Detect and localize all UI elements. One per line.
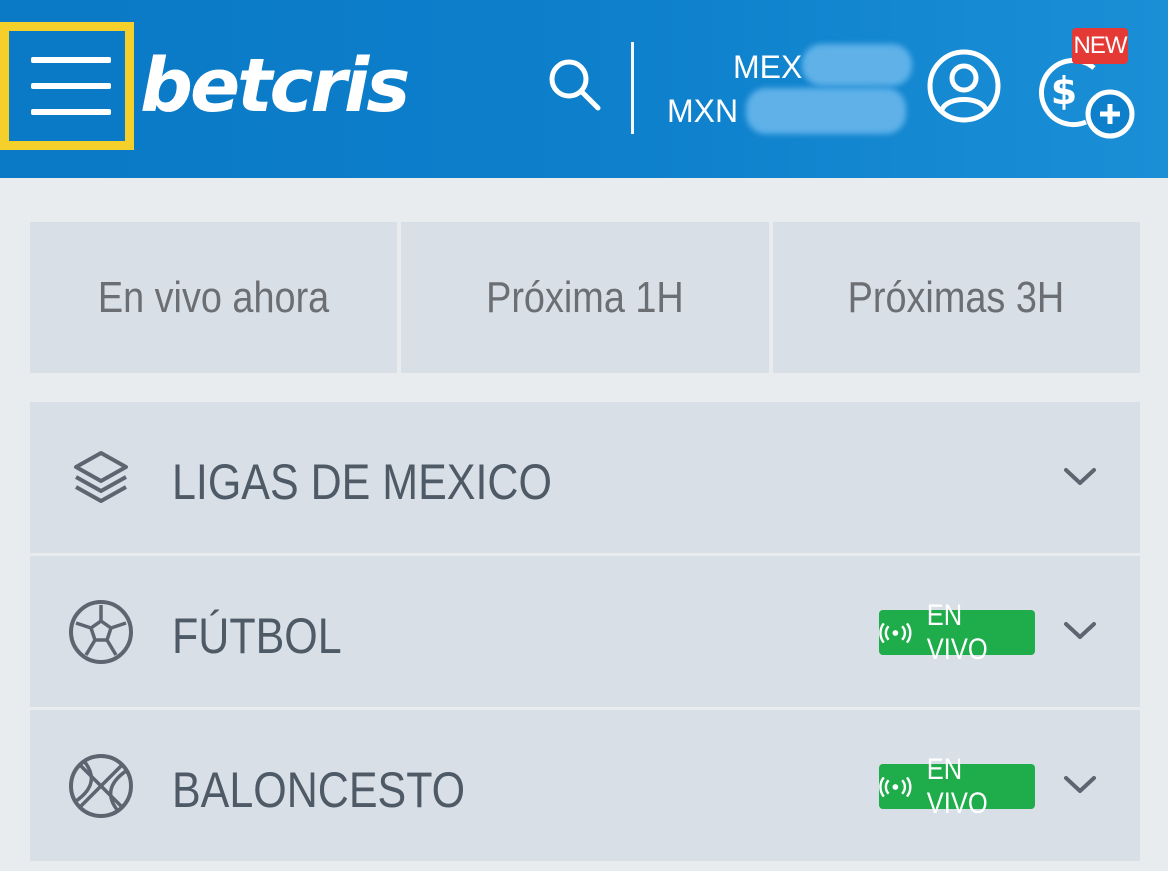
search-icon[interactable] <box>544 54 604 114</box>
balance-currency-top: MEX <box>733 49 803 85</box>
tab-proximas-3h[interactable]: Próximas 3H <box>772 222 1140 373</box>
header-divider <box>631 42 634 134</box>
tab-proxima-1h[interactable]: Próxima 1H <box>401 222 769 373</box>
soccer-ball-icon <box>69 600 133 664</box>
hamburger-menu-button[interactable] <box>0 22 134 150</box>
live-badge: EN VIVO <box>879 753 1035 820</box>
menu-bar-icon <box>31 109 111 115</box>
balance-redacted-bottom <box>746 88 906 134</box>
sport-label: FÚTBOL <box>172 608 342 664</box>
live-badge: EN VIVO <box>879 599 1035 666</box>
tab-en-vivo-ahora[interactable]: En vivo ahora <box>30 222 398 373</box>
chevron-down-icon[interactable] <box>1062 464 1098 488</box>
basketball-icon <box>69 754 133 818</box>
new-badge: NEW <box>1072 28 1128 64</box>
sports-list: LIGAS DE MEXICO FÚTBOL EN VIVO BALONCEST… <box>30 402 1140 864</box>
sport-label: BALONCESTO <box>172 762 466 818</box>
sport-row-futbol[interactable]: FÚTBOL EN VIVO <box>30 556 1140 707</box>
broadcast-icon <box>879 622 912 643</box>
chevron-down-icon[interactable] <box>1062 618 1098 642</box>
betcris-logo[interactable]: betcris <box>140 36 410 136</box>
svg-text:$: $ <box>1051 69 1077 113</box>
user-account-icon[interactable] <box>926 48 1002 124</box>
balance-redacted-top <box>802 44 912 86</box>
live-badge-label: EN VIVO <box>926 598 988 666</box>
layers-icon <box>74 451 128 503</box>
menu-bar-icon <box>31 83 111 89</box>
tab-label: Próximas 3H <box>848 272 1065 322</box>
live-badge-label: EN VIVO <box>926 752 988 820</box>
balance-currency-bottom: MXN <box>667 93 739 129</box>
top-header: betcris MEX MXN $ NEW <box>0 0 1168 178</box>
tab-label: En vivo ahora <box>97 272 330 322</box>
broadcast-icon <box>879 776 912 797</box>
time-filter-tabs: En vivo ahora Próxima 1H Próximas 3H <box>30 222 1140 373</box>
chevron-down-icon[interactable] <box>1062 772 1098 796</box>
sport-label: LIGAS DE MEXICO <box>172 454 552 510</box>
sport-row-ligas-de-mexico[interactable]: LIGAS DE MEXICO <box>30 402 1140 553</box>
menu-bar-icon <box>31 57 111 63</box>
sport-row-baloncesto[interactable]: BALONCESTO EN VIVO <box>30 710 1140 861</box>
tab-label: Próxima 1H <box>486 272 684 322</box>
